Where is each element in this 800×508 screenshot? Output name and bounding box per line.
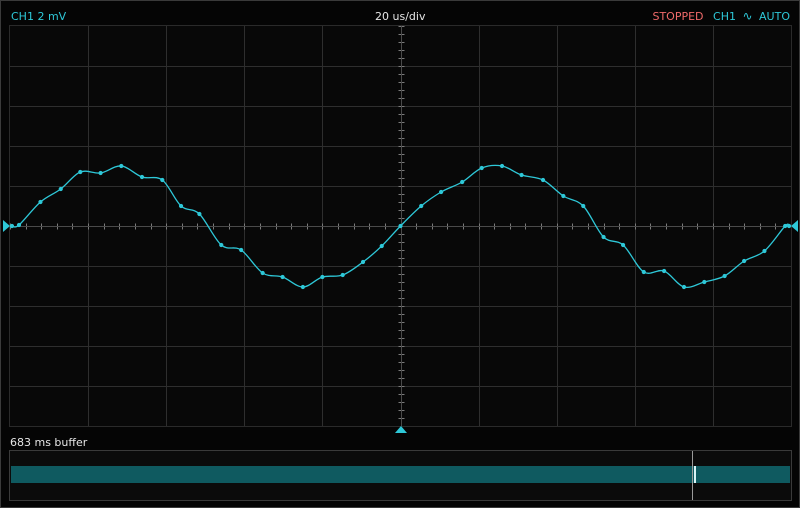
buffer-overview[interactable] [9, 450, 792, 501]
sample-point [58, 186, 63, 192]
status-bar: CH1 2 mV 20 us/div STOPPED CH1 ∿ AUTO [0, 0, 800, 26]
sample-point [197, 211, 202, 217]
waveform-display[interactable] [9, 25, 792, 427]
trigger-channel-label[interactable]: CH1 [713, 10, 736, 23]
waveform-svg [10, 26, 791, 426]
sample-point [219, 242, 224, 248]
sample-point [702, 279, 707, 285]
sample-point [641, 269, 646, 275]
sample-point [38, 199, 43, 205]
sample-point [783, 223, 788, 229]
sample-point [681, 284, 687, 290]
sample-point [280, 274, 285, 280]
sample-point [742, 258, 747, 264]
sample-point [519, 172, 524, 178]
buffer-waveform-band [11, 466, 790, 483]
sample-point [178, 203, 184, 209]
sample-point [661, 268, 667, 274]
run-state-label[interactable]: STOPPED [652, 10, 703, 23]
sample-point [561, 193, 566, 199]
sample-point [119, 163, 124, 169]
sample-point [722, 273, 727, 279]
sample-point [340, 272, 345, 278]
sample-point [320, 274, 325, 280]
sample-point [581, 203, 586, 209]
sample-point [379, 243, 384, 249]
sample-point [460, 179, 465, 185]
sample-point [239, 247, 244, 253]
rising-edge-icon[interactable]: ∿ [742, 9, 752, 23]
sample-point [479, 165, 484, 171]
sample-point [78, 169, 83, 175]
sample-point [419, 203, 424, 209]
timebase-label[interactable]: 20 us/div [375, 11, 425, 22]
sample-point [439, 189, 444, 195]
sample-point [260, 270, 265, 276]
sample-point [786, 223, 791, 229]
sample-point [398, 223, 403, 229]
sample-point [601, 234, 606, 240]
buffer-window-marker[interactable] [692, 451, 693, 500]
trigger-status: STOPPED CH1 ∿ AUTO [652, 9, 790, 23]
channel-scale-label[interactable]: CH1 2 mV [11, 11, 66, 22]
sample-point [360, 259, 366, 265]
sample-point [540, 177, 546, 183]
sample-point [16, 222, 22, 228]
buffer-position-cursor[interactable] [694, 466, 696, 483]
buffer-label: 683 ms buffer [10, 436, 88, 449]
sample-point [139, 174, 145, 180]
sample-point [98, 170, 103, 176]
sample-point [620, 242, 626, 248]
sample-point [10, 223, 15, 229]
sample-point [762, 248, 767, 254]
sample-point [160, 177, 165, 183]
sample-point [300, 284, 305, 290]
trigger-mode-label[interactable]: AUTO [759, 10, 790, 23]
sample-point [499, 163, 505, 169]
